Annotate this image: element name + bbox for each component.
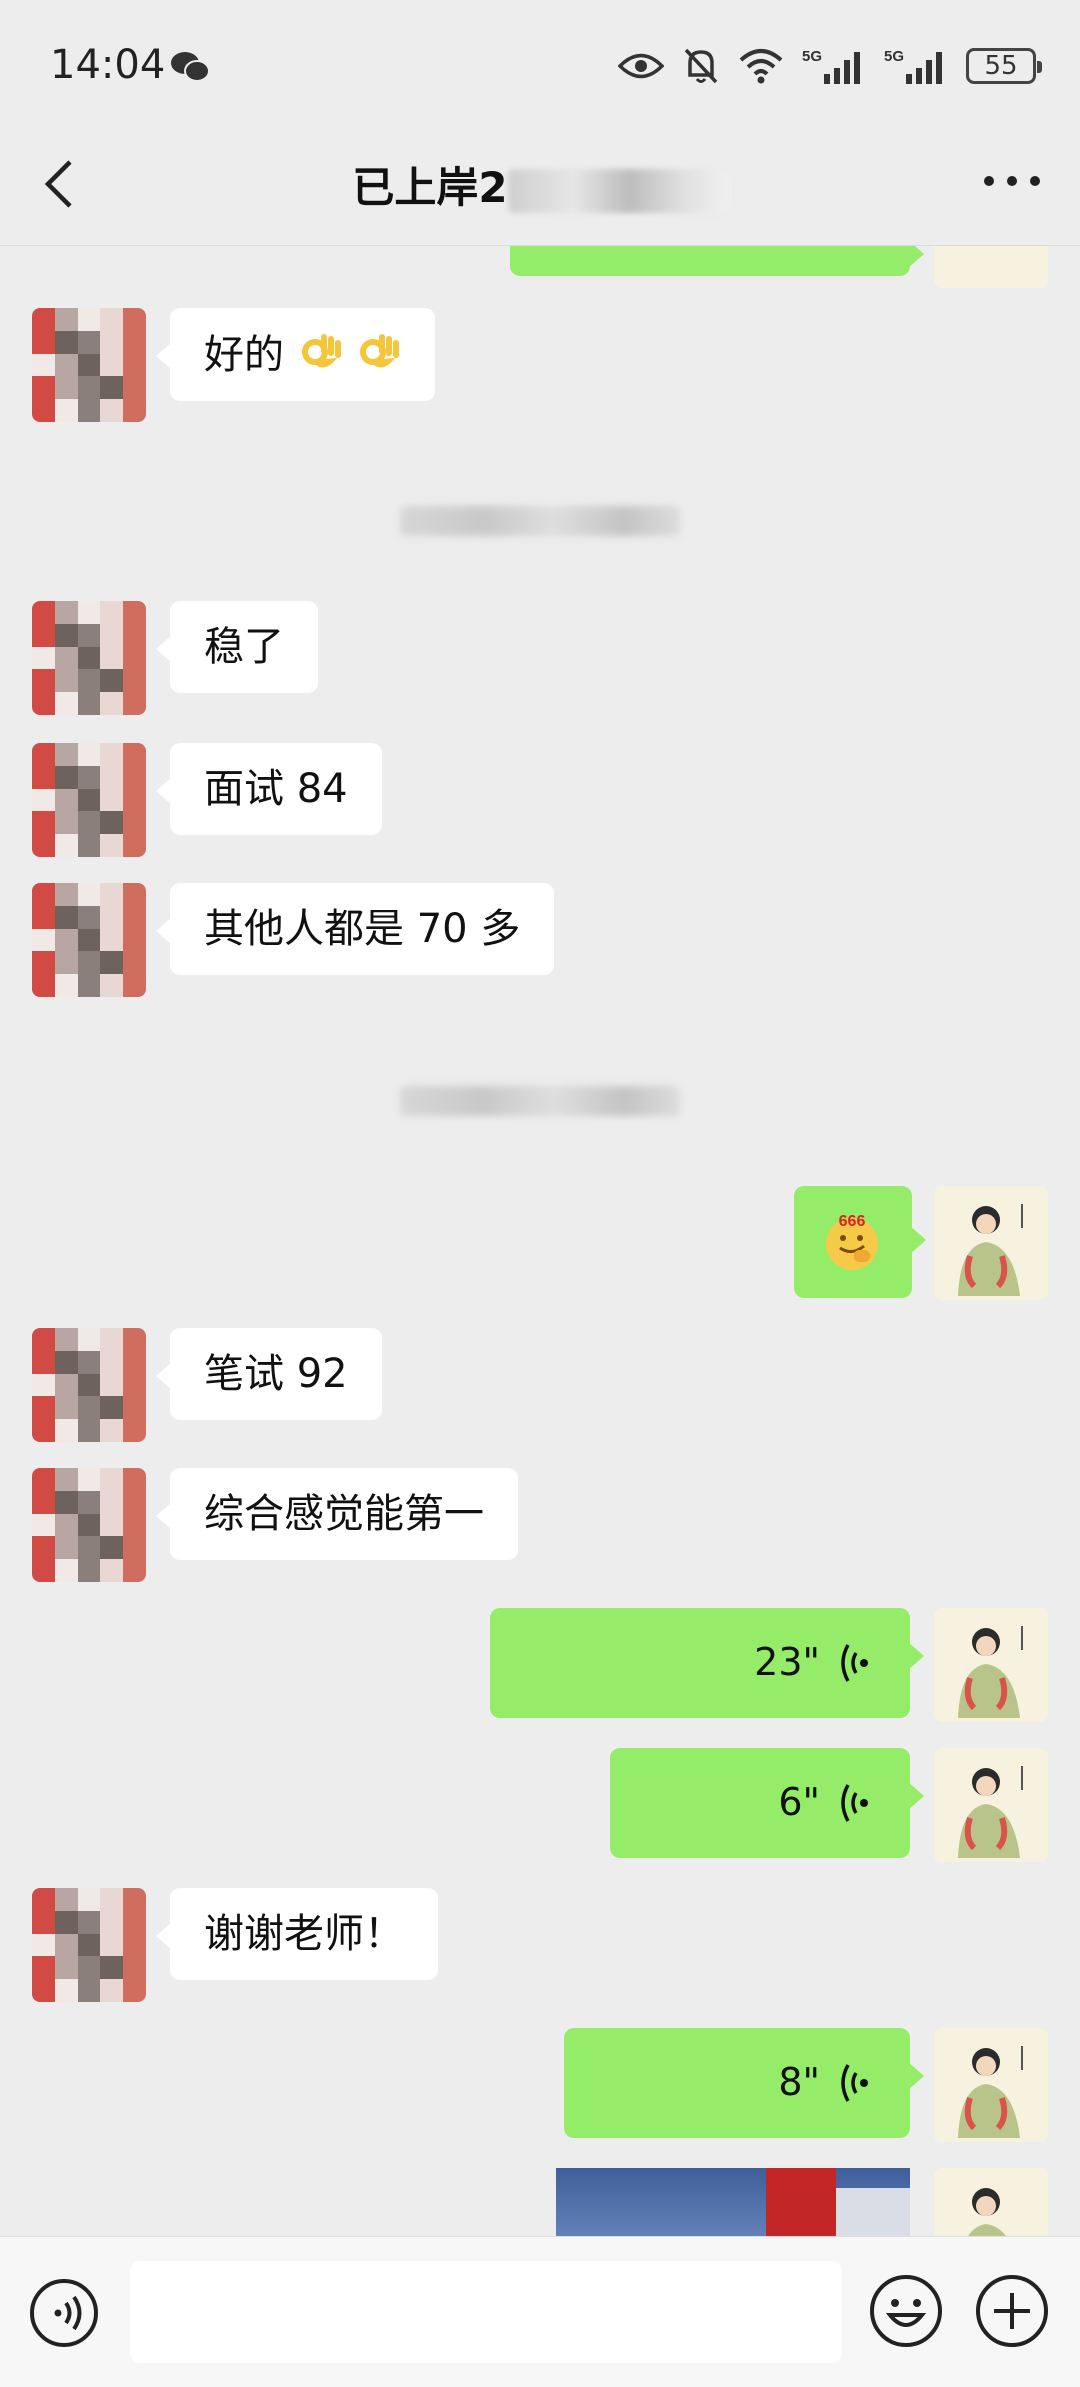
voice-wave-icon <box>841 2064 868 2102</box>
timestamp-divider <box>0 506 1080 546</box>
ok-hand-emoji-icon <box>360 334 400 368</box>
emoji-button-icon[interactable] <box>868 2273 944 2349</box>
chat-title-text: 已上岸2 <box>352 163 508 212</box>
message-row <box>0 246 1080 288</box>
message-text: 谢谢老师！ <box>204 1911 404 1957</box>
eye-icon <box>618 51 664 81</box>
message-text: 笔试 92 <box>204 1351 348 1397</box>
voice-duration: 8" <box>778 2060 820 2105</box>
message-bubble[interactable]: 谢谢老师！ <box>156 1888 438 1980</box>
message-list[interactable]: 好的 稳了 面试 84 其他人都是 70 多 666 笔试 92 综合感觉能第一… <box>0 246 1080 2236</box>
message-row <box>0 2168 1080 2236</box>
message-text: 综合感觉能第一 <box>204 1491 484 1537</box>
message-row: 23" <box>0 1608 1080 1728</box>
message-row: 稳了 <box>0 601 1080 721</box>
status-bar: 14:04 5G 5G 55 <box>0 0 1080 140</box>
more-options-icon[interactable] <box>984 176 1040 192</box>
contact-avatar[interactable] <box>32 1468 146 1582</box>
ok-hand-emoji-icon <box>301 334 341 368</box>
message-row: 666 <box>0 1186 1080 1306</box>
timestamp-divider <box>0 1086 1080 1126</box>
emoji-666-sticker-icon: 666 <box>826 1213 878 1270</box>
contact-avatar[interactable] <box>32 1888 146 2002</box>
message-bubble[interactable]: 其他人都是 70 多 <box>155 883 555 975</box>
cartoon-person-avatar-icon <box>958 1626 1023 1718</box>
voice-message[interactable]: 8" <box>564 2028 924 2138</box>
message-row: 好的 <box>0 308 1080 428</box>
my-avatar[interactable] <box>934 2028 1048 2142</box>
cartoon-person-avatar-icon <box>958 1204 1023 1296</box>
my-avatar[interactable] <box>934 246 1048 288</box>
cartoon-person-avatar-icon <box>958 2046 1023 2138</box>
input-bar <box>0 2236 1080 2387</box>
my-avatar[interactable] <box>934 1748 1048 1862</box>
my-avatar[interactable] <box>934 1608 1048 1722</box>
message-row: 笔试 92 <box>0 1328 1080 1448</box>
message-bubble[interactable]: 笔试 92 <box>156 1328 382 1420</box>
network-label: 5G <box>884 48 904 65</box>
message-text: 稳了 <box>204 624 284 670</box>
message-row: 其他人都是 70 多 <box>0 883 1080 1003</box>
chat-header: 已上岸2 <box>0 120 1080 246</box>
message-text: 好的 <box>204 332 284 378</box>
message-bubble[interactable]: 稳了 <box>156 601 318 693</box>
my-avatar[interactable] <box>934 2168 1048 2236</box>
message-row: 6" <box>0 1748 1080 1868</box>
message-row: 8" <box>0 2028 1080 2148</box>
redacted-timestamp <box>400 1086 680 1116</box>
chat-title: 已上岸2 <box>0 154 1080 215</box>
signal-5g-icon: 5G <box>802 46 866 86</box>
battery-level: 55 <box>984 51 1018 81</box>
message-text: 面试 84 <box>204 766 348 812</box>
message-row: 谢谢老师！ <box>0 1888 1080 2008</box>
voice-duration: 6" <box>778 1780 820 1825</box>
my-avatar[interactable] <box>934 1186 1048 1300</box>
message-bubble[interactable] <box>510 246 924 276</box>
voice-wave-icon <box>841 1644 868 1682</box>
voice-message[interactable]: 6" <box>610 1748 924 1858</box>
battery-icon: 55 <box>966 48 1042 84</box>
message-bubble[interactable]: 好的 <box>155 308 436 401</box>
message-bubble[interactable]: 综合感觉能第一 <box>156 1468 518 1560</box>
wechat-notification-icon <box>170 50 210 84</box>
message-input[interactable] <box>130 2261 842 2363</box>
contact-avatar[interactable] <box>32 883 146 997</box>
voice-input-toggle-icon[interactable] <box>28 2277 100 2349</box>
contact-avatar[interactable] <box>32 1328 146 1442</box>
message-bubble[interactable]: 面试 84 <box>156 743 382 835</box>
voice-duration: 23" <box>754 1640 820 1685</box>
voice-message[interactable]: 23" <box>490 1608 924 1718</box>
message-text: 其他人都是 70 多 <box>204 906 521 952</box>
mute-bell-icon <box>682 46 720 86</box>
network-label: 5G <box>802 48 822 65</box>
status-time: 14:04 <box>50 42 166 88</box>
contact-avatar[interactable] <box>32 743 146 857</box>
redacted-title-blur <box>507 168 728 213</box>
message-row: 综合感觉能第一 <box>0 1468 1080 1588</box>
sticker-text: 666 <box>839 1213 866 1230</box>
wifi-icon <box>738 48 784 84</box>
contact-avatar[interactable] <box>32 601 146 715</box>
signal-5g-icon: 5G <box>884 46 948 86</box>
cartoon-person-avatar-icon <box>958 1766 1023 1858</box>
contact-avatar[interactable] <box>32 308 146 422</box>
message-row: 面试 84 <box>0 743 1080 863</box>
plus-more-icon[interactable] <box>974 2273 1050 2349</box>
cartoon-person-avatar-icon <box>968 2188 1006 2236</box>
sticker-message[interactable]: 666 <box>794 1186 926 1298</box>
redacted-timestamp <box>400 506 680 536</box>
voice-wave-icon <box>841 1784 868 1822</box>
image-message[interactable] <box>556 2168 910 2236</box>
